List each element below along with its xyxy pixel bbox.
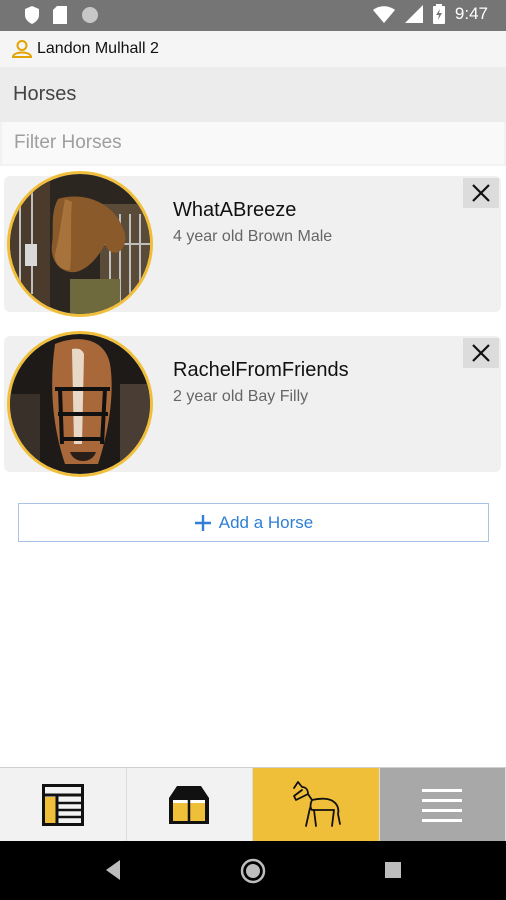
recents-icon[interactable] bbox=[384, 861, 402, 879]
dashboard-icon bbox=[41, 784, 84, 826]
add-horse-button[interactable]: Add a Horse bbox=[18, 503, 489, 542]
horse-icon bbox=[292, 781, 341, 827]
horse-name[interactable]: WhatABreeze bbox=[173, 199, 296, 222]
section-header: Horses bbox=[0, 67, 506, 122]
page-title: Horses bbox=[13, 83, 77, 105]
plus-icon bbox=[194, 514, 211, 531]
tab-menu[interactable] bbox=[379, 768, 506, 842]
horse-avatar bbox=[7, 171, 153, 317]
status-bar: 9:47 bbox=[0, 0, 506, 31]
horse-name[interactable]: RachelFromFriends bbox=[173, 359, 349, 382]
person-icon bbox=[12, 40, 32, 58]
user-bar[interactable]: Landon Mulhall 2 bbox=[0, 31, 506, 67]
sd-card-icon bbox=[53, 6, 67, 24]
horse-card[interactable]: WhatABreeze 4 year old Brown Male bbox=[4, 171, 501, 317]
system-nav-bar bbox=[0, 841, 506, 900]
tab-dashboard[interactable] bbox=[0, 768, 127, 842]
status-right-icons: 9:47 bbox=[372, 4, 488, 24]
remove-horse-button[interactable] bbox=[463, 178, 499, 208]
shield-icon bbox=[25, 6, 39, 24]
close-icon bbox=[472, 344, 490, 362]
filter-horses-input[interactable] bbox=[2, 122, 504, 164]
horse-description: 2 year old Bay Filly bbox=[173, 388, 309, 405]
barn-icon bbox=[169, 786, 210, 824]
horse-photo-icon bbox=[10, 334, 150, 474]
signal-icon bbox=[404, 5, 423, 23]
add-horse-label: Add a Horse bbox=[218, 512, 314, 532]
bottom-tab-bar bbox=[0, 767, 506, 842]
close-icon bbox=[472, 184, 490, 202]
wifi-icon bbox=[372, 5, 395, 23]
horse-avatar bbox=[7, 331, 153, 477]
status-time: 9:47 bbox=[454, 4, 488, 23]
remove-horse-button[interactable] bbox=[463, 338, 499, 368]
back-icon[interactable] bbox=[104, 859, 122, 881]
circle-icon bbox=[82, 7, 98, 23]
home-icon[interactable] bbox=[240, 858, 266, 884]
tab-barn[interactable] bbox=[126, 768, 253, 842]
menu-icon bbox=[422, 789, 463, 822]
battery-icon bbox=[432, 4, 445, 24]
filter-container bbox=[0, 122, 506, 166]
user-name: Landon Mulhall 2 bbox=[37, 40, 159, 57]
tab-horses[interactable] bbox=[253, 768, 380, 842]
horse-card[interactable]: RachelFromFriends 2 year old Bay Filly bbox=[4, 331, 501, 477]
status-left-icons bbox=[25, 6, 99, 24]
horse-photo-icon bbox=[10, 174, 150, 314]
horse-description: 4 year old Brown Male bbox=[173, 228, 333, 245]
